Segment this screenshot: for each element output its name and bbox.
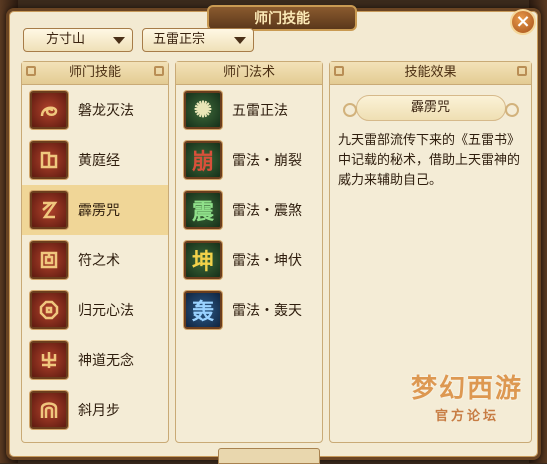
coiled-dragon-icon (30, 91, 68, 129)
skill-label: 黄庭经 (78, 153, 120, 169)
spell-label: 五雷正法 (232, 103, 288, 119)
sect-skills-header-label: 师门技能 (68, 65, 121, 80)
effect-skill-name: 霹雳咒 (342, 95, 519, 121)
sect-spells-panel: 师门法术 ✺ 五雷正法 崩 雷法・崩裂 震 雷法・震煞 坤 雷法・坤伏 轰 雷法… (175, 61, 323, 443)
octagon-heart-icon (30, 291, 68, 329)
skill-item-fuzhishu[interactable]: 符之术 (22, 235, 168, 285)
spell-item-kunfu[interactable]: 坤 雷法・坤伏 (176, 235, 322, 285)
skill-label: 斜月步 (78, 403, 120, 419)
corner-ornament-icon (334, 66, 344, 76)
skill-label: 霹雳咒 (78, 203, 120, 219)
bottom-tab-edge (218, 448, 320, 464)
branch-select-dropdown[interactable]: 五雷正宗 (142, 28, 254, 52)
talisman-icon (30, 241, 68, 279)
skill-item-shendao[interactable]: 神道无念 (22, 335, 168, 385)
zhen-rune-icon: 震 (184, 191, 222, 229)
watermark-subtitle: 官方论坛 (434, 409, 499, 424)
sect-skills-panel: 师门技能 磐龙灭法 黄庭经 霹雳咒 符之术 归元心法 神道无念 斜月步 (21, 61, 169, 443)
spell-item-hongtian[interactable]: 轰 雷法・轰天 (176, 285, 322, 335)
skill-item-guiyuan[interactable]: 归元心法 (22, 285, 168, 335)
corner-ornament-icon (517, 66, 527, 76)
lightning-icon (30, 191, 68, 229)
crescent-step-icon (30, 391, 68, 429)
sect-spells-header: 师门法术 (176, 62, 322, 85)
beng-rune-icon: 崩 (184, 141, 222, 179)
thunder-seal-icon: ✺ (184, 91, 222, 129)
skill-item-huangting[interactable]: 黄庭经 (22, 135, 168, 185)
skill-label: 符之术 (78, 253, 120, 269)
scroll-book-icon (30, 141, 68, 179)
watermark-title: 梦幻西游 (410, 374, 523, 404)
sect-skills-window: 师门技能 × 方寸山 五雷正宗 师门技能 磐龙灭法 黄庭经 霹雳咒 符之术 归元… (6, 5, 541, 460)
skill-item-pili[interactable]: 霹雳咒 (22, 185, 168, 235)
skill-effect-header: 技能效果 (330, 62, 531, 85)
skill-effect-panel: 技能效果 霹雳咒 九天雷部流传下来的《五雷书》中记载的秘术，借助上天雷神的威力来… (329, 61, 532, 443)
chevron-down-icon (113, 37, 125, 44)
sect-spells-header-label: 师门法术 (222, 65, 275, 80)
trident-icon (30, 341, 68, 379)
spell-label: 雷法・震煞 (232, 203, 302, 219)
spell-label: 雷法・轰天 (232, 303, 302, 319)
skill-label: 磐龙灭法 (78, 103, 134, 119)
spell-label: 雷法・崩裂 (232, 153, 302, 169)
skill-label: 神道无念 (78, 353, 134, 369)
skill-item-panlong[interactable]: 磐龙灭法 (22, 85, 168, 135)
spell-item-zhensha[interactable]: 震 雷法・震煞 (176, 185, 322, 235)
sect-select-dropdown[interactable]: 方寸山 (23, 28, 133, 52)
hong-rune-icon: 轰 (184, 291, 222, 329)
spell-item-benglie[interactable]: 崩 雷法・崩裂 (176, 135, 322, 185)
chevron-down-icon (234, 37, 246, 44)
branch-select-value: 五雷正宗 (153, 32, 206, 47)
sect-skills-header: 师门技能 (22, 62, 168, 85)
effect-description: 九天雷部流传下来的《五雷书》中记载的秘术，借助上天雷神的威力来辅助自己。 (338, 133, 521, 188)
spell-label: 雷法・坤伏 (232, 253, 302, 269)
close-button[interactable]: × (510, 9, 536, 35)
spell-item-wulei[interactable]: ✺ 五雷正法 (176, 85, 322, 135)
skill-label: 归元心法 (78, 303, 134, 319)
kun-rune-icon: 坤 (184, 241, 222, 279)
corner-ornament-icon (26, 66, 36, 76)
skill-effect-header-label: 技能效果 (404, 65, 457, 80)
skill-item-xieyue[interactable]: 斜月步 (22, 385, 168, 435)
sect-select-value: 方寸山 (46, 32, 86, 47)
corner-ornament-icon (154, 66, 164, 76)
game-logo-watermark: 梦幻西游 官方论坛 (407, 368, 527, 428)
